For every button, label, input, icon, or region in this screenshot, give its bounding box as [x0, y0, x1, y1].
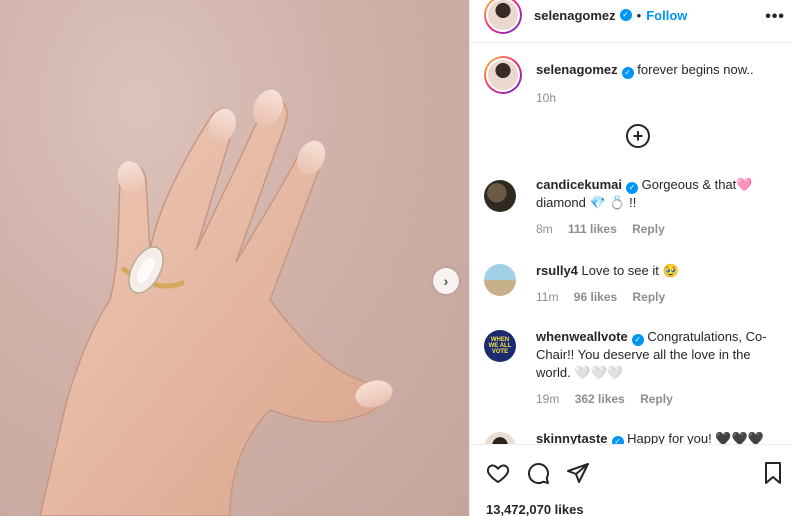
- reply-button[interactable]: Reply: [633, 290, 666, 304]
- hand-with-ring-image: [39, 89, 393, 516]
- bookmark-icon[interactable]: [761, 461, 785, 485]
- verified-icon: ✓: [619, 9, 632, 21]
- post-viewer: › selenagomez ✓ • Follow ••• selenagomez…: [0, 0, 792, 516]
- commenter-username[interactable]: whenweallvote: [536, 329, 628, 344]
- verified-icon: ✓: [631, 334, 644, 346]
- likes-count[interactable]: 13,472,070 likes: [486, 502, 584, 516]
- comment-likes[interactable]: 111 likes: [568, 222, 617, 236]
- comment-item: rsully4 Love to see it 🥹 11m 96 likes Re…: [484, 263, 784, 306]
- comment-time: 19m: [536, 392, 560, 406]
- post-photo: ›: [0, 0, 469, 516]
- comment-icon[interactable]: [526, 461, 550, 485]
- post-side-panel: selenagomez ✓ • Follow ••• selenagomez ✓ …: [469, 0, 792, 516]
- separator-dot: •: [636, 7, 642, 23]
- author-username[interactable]: selenagomez: [534, 8, 616, 23]
- chevron-right-icon: ›: [443, 273, 449, 289]
- heart-icon[interactable]: [486, 461, 510, 485]
- more-options-icon[interactable]: •••: [765, 8, 785, 26]
- add-circle-icon[interactable]: +: [626, 124, 650, 148]
- comment-likes[interactable]: 96 likes: [574, 290, 617, 304]
- verified-icon: ✓: [626, 182, 638, 194]
- author-avatar[interactable]: [484, 0, 522, 34]
- post-header: selenagomez ✓ • Follow •••: [470, 0, 792, 43]
- commenter-avatar[interactable]: [484, 180, 516, 212]
- comment-time: 8m: [536, 222, 553, 236]
- commenter-username[interactable]: rsully4: [536, 263, 578, 278]
- commenter-avatar[interactable]: WHEN WE ALL VOTE: [484, 330, 516, 362]
- reply-button[interactable]: Reply: [632, 222, 665, 236]
- comment-item: candicekumai ✓ Gorgeous & that🩷 diamond 💎…: [484, 177, 784, 238]
- comment-item: WHEN WE ALL VOTE whenweallvote ✓ Congratula…: [484, 329, 784, 408]
- post-caption: selenagomez ✓ forever begins now.. 10h: [484, 56, 754, 105]
- commenter-username[interactable]: candicekumai: [536, 177, 622, 192]
- comment-text: Love to see it 🥹: [581, 263, 679, 278]
- comment-time: 11m: [536, 290, 559, 304]
- caption-username[interactable]: selenagomez: [536, 62, 618, 77]
- caption-text: forever begins now..: [637, 62, 754, 77]
- caption-avatar[interactable]: [484, 56, 522, 94]
- reply-button[interactable]: Reply: [640, 392, 673, 406]
- commenter-avatar[interactable]: [484, 264, 516, 296]
- share-icon[interactable]: [566, 461, 590, 485]
- verified-icon: ✓: [621, 67, 634, 79]
- follow-button[interactable]: Follow: [646, 8, 687, 23]
- comment-likes[interactable]: 362 likes: [575, 392, 625, 406]
- caption-time: 10h: [536, 91, 557, 105]
- next-photo-button[interactable]: ›: [433, 268, 459, 294]
- post-actions-bar: 13,472,070 likes: [470, 444, 792, 516]
